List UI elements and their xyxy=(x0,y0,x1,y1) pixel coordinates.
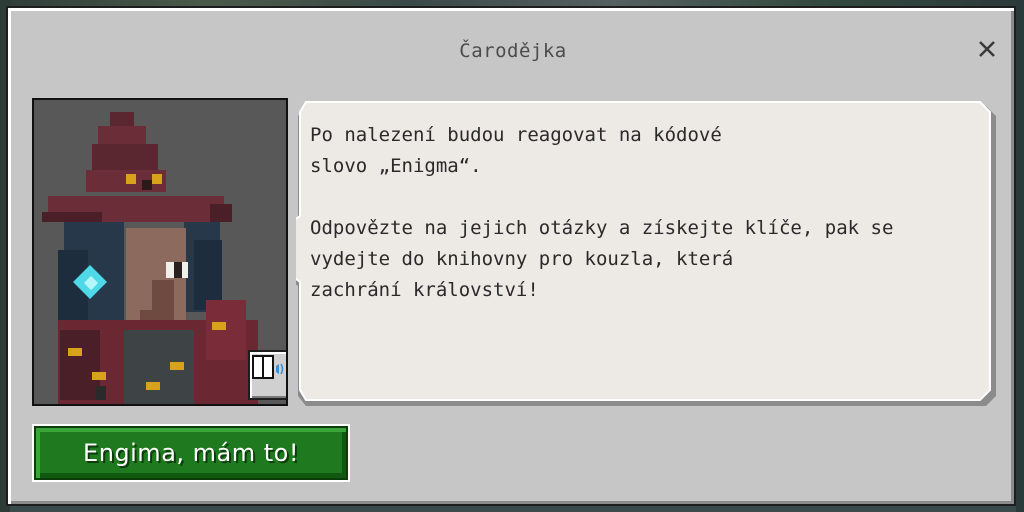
witch-portrait xyxy=(32,98,288,406)
npc-dialog: Čarodějka Po nalezení budou reagovat na … xyxy=(6,6,1016,506)
read-aloud-icon xyxy=(252,355,284,379)
close-icon xyxy=(979,41,995,57)
dialog-message: Po nalezení budou reagovat na kódové slo… xyxy=(310,124,894,301)
confirm-button[interactable]: Engima, mám to! xyxy=(32,424,350,482)
close-button[interactable] xyxy=(974,36,1000,62)
confirm-button-label: Engima, mám to! xyxy=(83,439,299,467)
dialog-title: Čarodějka xyxy=(459,40,567,62)
game-background-right xyxy=(1016,0,1024,512)
read-aloud-button[interactable] xyxy=(248,350,286,400)
